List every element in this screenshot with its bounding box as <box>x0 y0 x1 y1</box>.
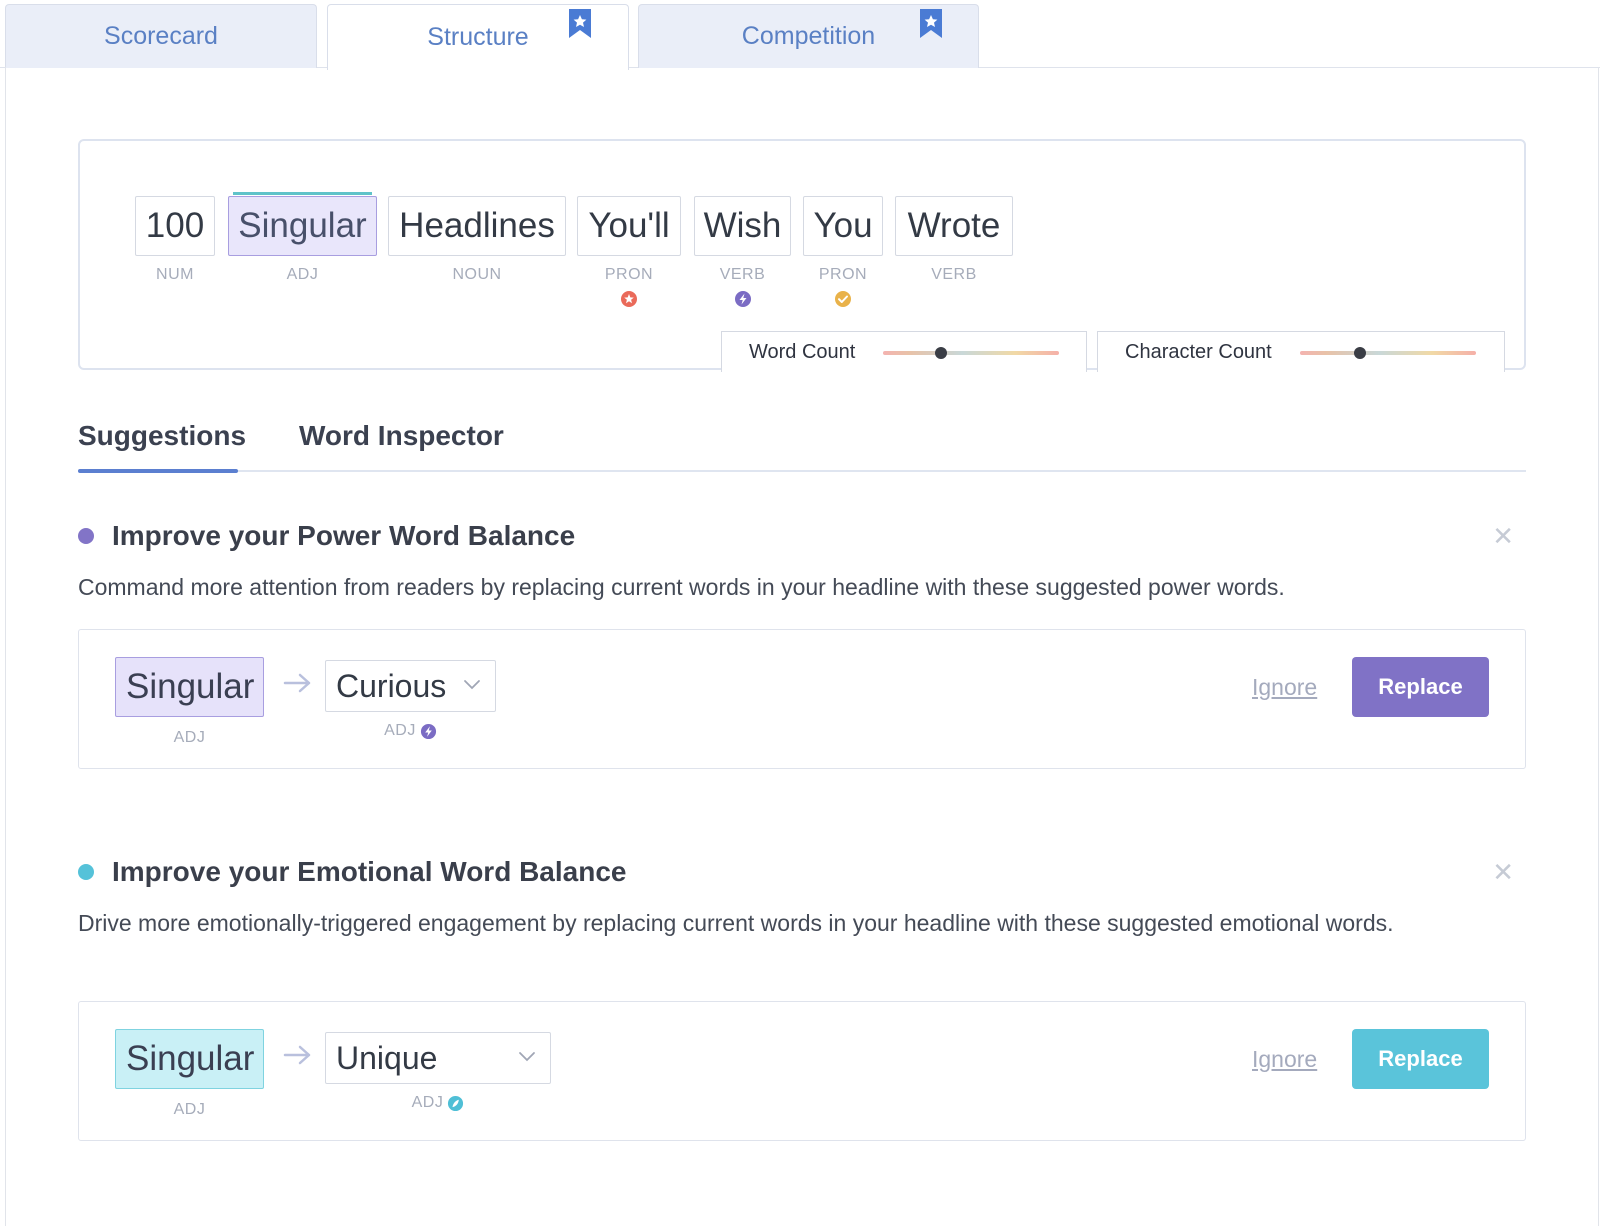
check-badge-icon <box>835 291 851 307</box>
headline-word[interactable]: You'll PRON <box>577 196 681 307</box>
suggestion-title: Improve your Power Word Balance <box>112 520 576 551</box>
word-pos-tag: NOUN <box>452 266 502 283</box>
replace-button[interactable]: Replace <box>1352 657 1489 717</box>
suggestion-header: Improve your Power Word Balance <box>78 519 575 553</box>
emotional-word-suggestion: Improve your Emotional Word Balance ✕ Dr… <box>78 855 1526 1145</box>
word-count-track <box>883 351 1059 355</box>
word-count-meter: Word Count <box>721 331 1087 372</box>
arrow-right-icon <box>283 1045 311 1065</box>
replacement-dropdown[interactable]: Unique <box>325 1032 551 1084</box>
chevron-down-icon <box>519 1052 535 1062</box>
original-word: Singular ADJ <box>115 657 264 747</box>
panel-border-right <box>1598 67 1599 1226</box>
tab-structure[interactable]: Structure <box>327 4 629 70</box>
ignore-link[interactable]: Ignore <box>1252 1046 1317 1073</box>
word-pos-tag: PRON <box>604 266 654 283</box>
headline-word[interactable]: Wrote VERB <box>895 196 1013 283</box>
tab-word-inspector[interactable]: Word Inspector <box>299 420 504 452</box>
suggestion-card: Singular ADJ Unique ADJ Ignore Replace <box>78 1001 1526 1141</box>
character-count-meter: Character Count <box>1097 331 1505 372</box>
word-pos-tag: VERB <box>931 266 977 283</box>
replacement-word: Curious ADJ <box>325 660 496 740</box>
headline-word[interactable]: Singular ADJ <box>228 192 377 283</box>
headline-word[interactable]: 100 NUM <box>135 196 215 283</box>
power-word-suggestion: Improve your Power Word Balance ✕ Comman… <box>78 519 1526 774</box>
suggestion-header: Improve your Emotional Word Balance <box>78 855 626 889</box>
panel-border-left <box>5 67 6 1226</box>
tab-competition-label: Competition <box>741 22 876 50</box>
tab-competition[interactable]: Competition <box>638 4 979 68</box>
star-badge-icon <box>621 291 637 307</box>
arrow-right-icon <box>283 673 311 693</box>
word-pos-tag: NUM <box>156 266 194 283</box>
headline-word[interactable]: You PRON <box>803 196 883 307</box>
headline-word[interactable]: Wish VERB <box>694 196 791 307</box>
bookmark-icon <box>920 9 942 38</box>
bookmark-icon <box>569 9 591 38</box>
original-word-pos: ADJ <box>173 729 206 746</box>
character-count-label: Character Count <box>1125 340 1272 363</box>
original-word-pos: ADJ <box>173 1101 206 1118</box>
word-count-label: Word Count <box>749 340 856 363</box>
chevron-down-icon <box>464 680 480 690</box>
word-token: You'll <box>577 196 681 256</box>
active-tab-indicator <box>78 469 238 473</box>
power-word-dot <box>78 528 94 544</box>
word-token: You <box>803 196 883 256</box>
replacement-word: Unique ADJ <box>325 1032 551 1112</box>
tab-suggestions-label: Suggestions <box>78 420 247 451</box>
word-token: 100 <box>135 196 215 256</box>
tab-suggestions[interactable]: Suggestions <box>78 420 246 452</box>
character-count-indicator <box>1353 347 1366 359</box>
replacement-dropdown[interactable]: Curious <box>325 660 496 712</box>
suggestion-description: Drive more emotionally-triggered engagem… <box>78 910 1394 936</box>
close-icon[interactable]: ✕ <box>1492 859 1514 885</box>
word-pos-tag: VERB <box>719 266 766 283</box>
ignore-link[interactable]: Ignore <box>1252 674 1317 701</box>
word-pos-tag: PRON <box>818 266 868 283</box>
suggestion-card: Singular ADJ Curious ADJ Ignore Replace <box>78 629 1526 769</box>
word-count-indicator <box>935 347 948 359</box>
tab-structure-label: Structure <box>427 23 529 51</box>
character-count-track <box>1300 351 1476 355</box>
original-word-token: Singular <box>115 1029 264 1089</box>
close-icon[interactable]: ✕ <box>1492 523 1514 549</box>
headline-word[interactable]: Headlines NOUN <box>388 196 566 283</box>
replacement-value: Curious <box>336 667 447 704</box>
replacement-pos: ADJ <box>325 1094 551 1112</box>
tab-word-inspector-label: Word Inspector <box>299 420 504 451</box>
original-word-token: Singular <box>115 657 264 717</box>
tab-scorecard[interactable]: Scorecard <box>5 4 317 68</box>
replacement-value: Unique <box>336 1039 438 1076</box>
word-token-selected: Singular <box>228 192 377 256</box>
headline-structure-panel: 100 NUM Singular ADJ Headlines NOUN You'… <box>78 139 1526 372</box>
top-tab-bar: Scorecard Structure Competition <box>0 0 1600 70</box>
suggestion-subtabs: Suggestions Word Inspector <box>78 420 1526 473</box>
suggestion-title: Improve your Emotional Word Balance <box>112 856 627 887</box>
replacement-pos-label: ADJ <box>411 1094 444 1111</box>
suggestion-description: Command more attention from readers by r… <box>78 574 1285 600</box>
emotion-icon <box>448 1095 464 1111</box>
tab-scorecard-label: Scorecard <box>104 22 218 50</box>
bolt-icon <box>420 723 436 739</box>
word-token: Wish <box>694 196 791 256</box>
original-word: Singular ADJ <box>115 1029 264 1119</box>
word-token: Headlines <box>388 196 566 256</box>
word-token: Wrote <box>895 196 1013 256</box>
replacement-pos-label: ADJ <box>384 722 416 739</box>
replace-button[interactable]: Replace <box>1352 1029 1489 1089</box>
word-pos-tag: ADJ <box>286 266 319 283</box>
emotional-word-dot <box>78 864 94 880</box>
bolt-badge-icon <box>734 291 751 307</box>
replacement-pos: ADJ <box>325 722 496 740</box>
